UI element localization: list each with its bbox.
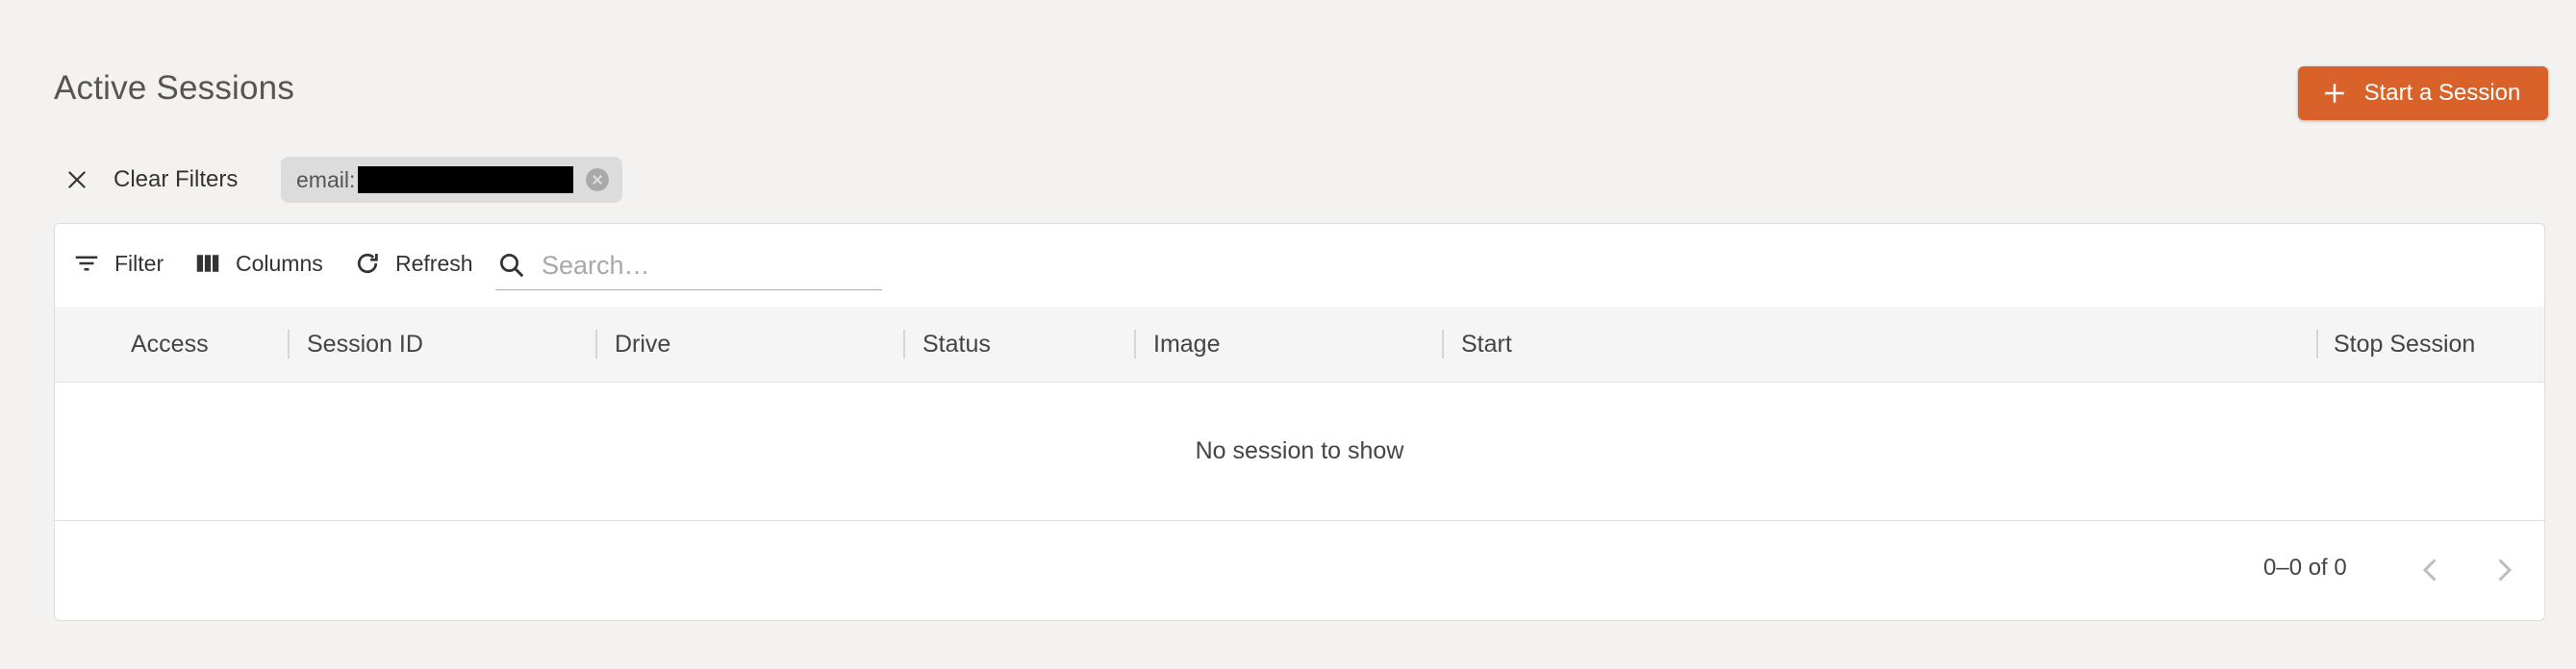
page-title: Active Sessions	[54, 69, 295, 107]
close-icon	[68, 171, 86, 188]
refresh-label: Refresh	[395, 250, 473, 276]
pagination-range: 0–0 of 0	[2263, 555, 2347, 581]
filters-row: Clear Filters	[54, 156, 247, 204]
column-header-image[interactable]: Image	[1153, 307, 1220, 382]
column-header-stop-session[interactable]: Stop Session	[2334, 307, 2475, 382]
chevron-right-icon[interactable]	[2487, 553, 2521, 587]
column-separator[interactable]	[288, 330, 290, 359]
table-footer: 0–0 of 0	[55, 520, 2544, 620]
column-header-access[interactable]: Access	[131, 307, 209, 382]
column-header-session-id[interactable]: Session ID	[307, 307, 423, 382]
column-header-start[interactable]: Start	[1461, 307, 1512, 382]
cancel-circle-icon[interactable]	[585, 167, 610, 192]
search-icon	[500, 254, 524, 278]
empty-message: No session to show	[55, 382, 2544, 521]
table-header: Access Session ID Drive Status Image Sta…	[55, 307, 2544, 383]
chevron-left-icon[interactable]	[2413, 553, 2448, 587]
column-header-drive[interactable]: Drive	[615, 307, 670, 382]
start-session-button[interactable]: Start a Session	[2298, 66, 2548, 120]
refresh-icon	[357, 253, 378, 274]
email-filter-chip: email:	[281, 157, 622, 203]
column-separator[interactable]	[595, 330, 597, 359]
refresh-button[interactable]: Refresh	[353, 249, 473, 278]
plus-icon	[2324, 84, 2344, 103]
search-input[interactable]	[540, 249, 861, 282]
filter-label: Filter	[114, 250, 164, 276]
column-separator[interactable]	[903, 330, 905, 359]
chip-label: email:	[296, 166, 356, 192]
columns-button[interactable]: Columns	[193, 249, 323, 278]
clear-filters-label: Clear Filters	[114, 166, 239, 192]
columns-label: Columns	[236, 250, 323, 276]
view-column-icon	[196, 255, 219, 272]
filter-button[interactable]: Filter	[72, 249, 164, 278]
search-field	[495, 241, 882, 290]
column-separator[interactable]	[2316, 330, 2318, 359]
filter-list-icon	[75, 256, 98, 271]
table-toolbar: Filter Columns Refresh	[55, 224, 2544, 307]
sessions-table: Filter Columns Refresh Access	[54, 223, 2545, 621]
column-separator[interactable]	[1134, 330, 1136, 359]
start-session-label: Start a Session	[2363, 80, 2521, 106]
column-separator[interactable]	[1442, 330, 1444, 359]
redacted-value	[358, 166, 574, 193]
clear-filters-button[interactable]: Clear Filters	[54, 166, 247, 193]
column-header-status[interactable]: Status	[922, 307, 991, 382]
